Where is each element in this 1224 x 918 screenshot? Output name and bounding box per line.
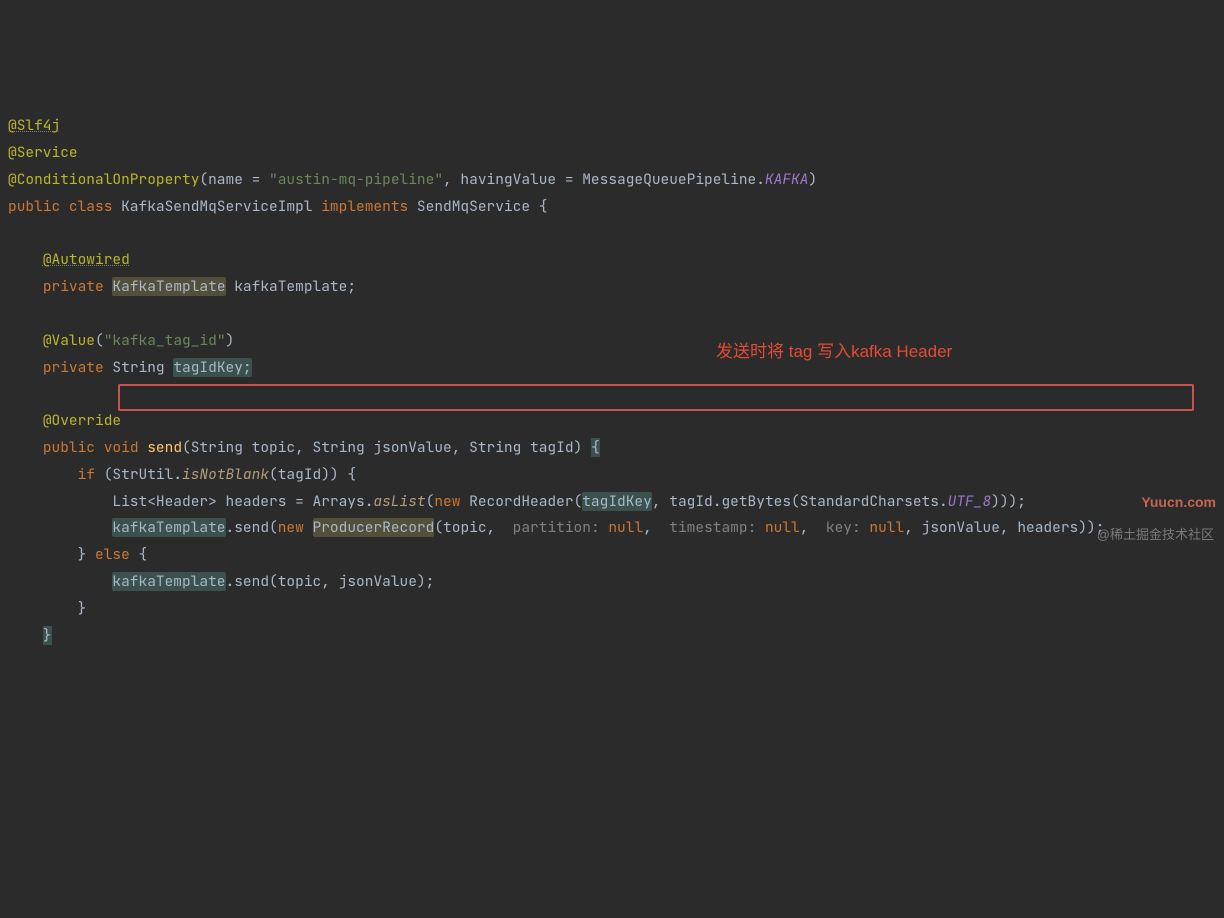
kw-null: null xyxy=(608,518,643,537)
code-text: .send(topic, jsonValue); xyxy=(226,572,435,591)
code-text: ( xyxy=(426,492,435,511)
param-hint-timestamp: timestamp: xyxy=(669,518,765,537)
annotation-autowired: @Autowired xyxy=(43,250,130,269)
annotation-slf4j: @Slf4j xyxy=(8,116,60,135)
annotation-service: @Service xyxy=(8,143,78,162)
method-sig: (String topic, String jsonValue, String … xyxy=(182,438,591,457)
code-text: ))); xyxy=(991,492,1026,511)
code-text: (StrUtil. xyxy=(104,465,182,484)
code-text: (name = xyxy=(199,170,269,189)
brace-open: { xyxy=(139,545,148,564)
class-name: KafkaSendMqServiceImpl xyxy=(121,197,321,216)
brace-open: { xyxy=(591,438,600,457)
type-string: String xyxy=(112,358,173,377)
method-aslist: asList xyxy=(373,492,425,511)
kw-new: new xyxy=(278,518,313,537)
code-text: List<Header> headers = Arrays. xyxy=(112,492,373,511)
kw-if: if xyxy=(78,465,104,484)
watermark-logo: Yuucn.com xyxy=(1141,490,1216,516)
code-text: ( xyxy=(95,331,104,350)
code-text: (tagId)) { xyxy=(269,465,356,484)
string-literal: "kafka_tag_id" xyxy=(104,331,226,350)
annotation-comment: 发送时将 tag 写入kafka Header xyxy=(716,336,952,367)
brace-close: } xyxy=(78,599,87,618)
annotation-value: @Value xyxy=(43,331,95,350)
var-kafkatemplate: kafkaTemplate xyxy=(112,572,225,591)
code-text: , tagId.getBytes(StandardCharsets. xyxy=(652,492,948,511)
code-editor[interactable]: @Slf4j @Service @ConditionalOnProperty(n… xyxy=(8,113,1216,649)
var-tagidkey: tagIdKey xyxy=(582,492,652,511)
kw-public: public xyxy=(8,197,69,216)
interface-name: SendMqService { xyxy=(417,197,548,216)
kw-private: private xyxy=(43,277,113,296)
kw-null: null xyxy=(869,518,904,537)
kw-class: class xyxy=(69,197,121,216)
var-kafkatemplate: kafkaTemplate xyxy=(112,518,225,537)
param-hint-partition: partition: xyxy=(504,518,608,537)
kw-new: new xyxy=(434,492,469,511)
code-text: .send( xyxy=(226,518,278,537)
method-send: send xyxy=(147,438,182,457)
const-utf8: UTF_8 xyxy=(948,492,992,511)
code-text: , xyxy=(643,518,669,537)
param-hint-key: key: xyxy=(826,518,870,537)
code-text: ) xyxy=(226,331,235,350)
var-kafkatemplate: kafkaTemplate; xyxy=(226,277,357,296)
kw-else: else xyxy=(95,545,139,564)
watermark-community: @稀土掘金技术社区 xyxy=(1097,523,1214,547)
brace-close: } xyxy=(78,545,95,564)
var-tagidkey: tagIdKey; xyxy=(173,358,251,377)
code-text: , jsonValue, headers)); xyxy=(904,518,1104,537)
kw-public: public xyxy=(43,438,104,457)
string-literal: "austin-mq-pipeline" xyxy=(269,170,443,189)
type-kafkatemplate: KafkaTemplate xyxy=(112,277,225,296)
annotation-override: @Override xyxy=(43,411,121,430)
type-recordheader: RecordHeader( xyxy=(469,492,582,511)
method-isnotblank: isNotBlank xyxy=(182,465,269,484)
annotation-conditional: @ConditionalOnProperty xyxy=(8,170,199,189)
code-text: , xyxy=(800,518,826,537)
const-kafka: KAFKA xyxy=(765,170,809,189)
code-text: ) xyxy=(808,170,817,189)
kw-private: private xyxy=(43,358,113,377)
type-producerrecord: ProducerRecord xyxy=(313,518,435,537)
brace-close: } xyxy=(43,626,52,645)
code-text: (topic, xyxy=(434,518,504,537)
kw-void: void xyxy=(104,438,148,457)
code-text: , havingValue = MessageQueuePipeline. xyxy=(443,170,765,189)
kw-null: null xyxy=(765,518,800,537)
kw-implements: implements xyxy=(321,197,417,216)
